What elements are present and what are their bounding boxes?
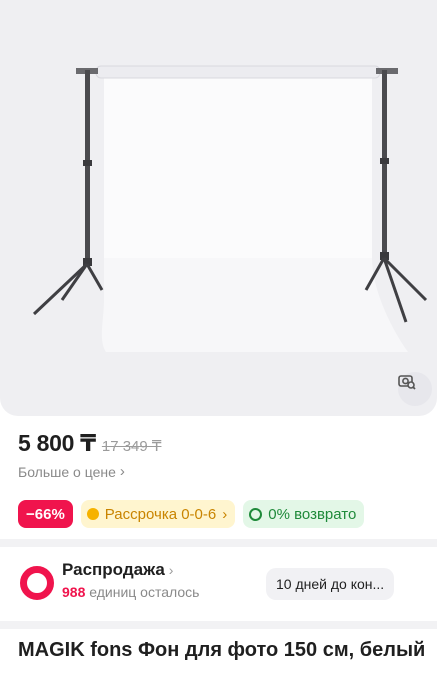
photo-backdrop-stand-image [32, 65, 428, 352]
more-about-price-link[interactable]: Больше о цене › [18, 463, 161, 480]
installment-icon [86, 508, 99, 520]
sale-remaining-count: 988 [62, 584, 86, 600]
old-price: 17 349 ₸ [101, 438, 162, 455]
camera-search-icon[interactable] [398, 372, 432, 406]
current-price: 5 800 ₸ [18, 430, 96, 456]
section-divider [0, 539, 437, 547]
sale-title-label: Распродажа [62, 560, 165, 579]
more-about-price-label: Больше о цене [18, 463, 116, 480]
sale-banner[interactable]: Распродажа › 988 единиц осталось 10 дней… [10, 554, 437, 614]
sale-ring-icon [20, 566, 54, 600]
chevron-right-icon: › [168, 562, 174, 578]
return-label: 0% возврато [268, 505, 357, 523]
return-badge[interactable]: 0% возврато [243, 500, 365, 528]
installment-badge[interactable]: Рассрочка 0-0-6 › [80, 500, 236, 528]
discount-badge: −66% [18, 500, 73, 528]
sale-remaining-label: единиц осталось [89, 584, 200, 600]
badges-row: −66% Рассрочка 0-0-6 › 0% возврато [18, 500, 365, 528]
return-icon [249, 507, 263, 521]
sale-title: Распродажа › [62, 560, 173, 580]
chevron-right-icon: › [119, 463, 125, 480]
chevron-right-icon: › [222, 505, 228, 523]
product-photo[interactable] [0, 0, 437, 416]
product-title: MAGIK fons Фон для фото 150 см, белый [18, 639, 426, 661]
installment-label: Рассрочка 0-0-6 [104, 505, 217, 523]
sale-timer: 10 дней до кон... [266, 568, 395, 600]
section-divider [0, 621, 437, 629]
price-section: 5 800 ₸ 17 349 ₸ Больше о цене › [18, 430, 161, 480]
sale-remaining: 988 единиц осталось [62, 584, 199, 600]
